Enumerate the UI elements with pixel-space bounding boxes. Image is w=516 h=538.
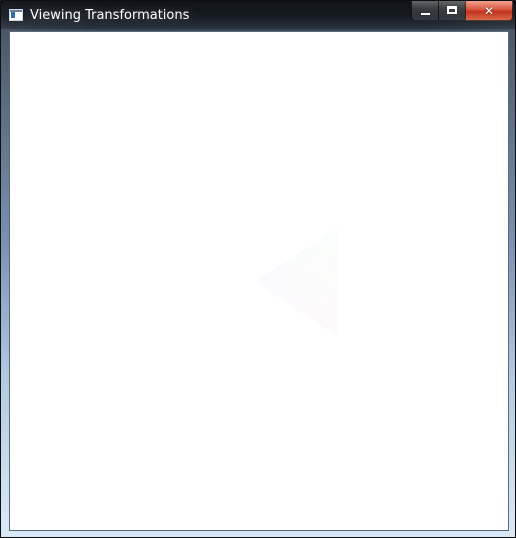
minimize-button[interactable] [411,1,438,21]
maximize-icon [447,6,457,14]
app-icon[interactable] [9,9,23,21]
caption-buttons: ✕ [411,1,513,21]
app-window: Viewing Transformations ✕ [0,0,516,538]
close-button[interactable]: ✕ [465,1,513,21]
close-icon: ✕ [483,3,495,18]
triangle-color-blue [255,227,338,337]
scene-svg [255,227,338,337]
opengl-canvas[interactable] [9,31,509,531]
maximize-button[interactable] [438,1,465,21]
window-title: Viewing Transformations [30,8,190,23]
minimize-icon [421,13,430,15]
title-bar[interactable]: Viewing Transformations ✕ [1,1,516,29]
